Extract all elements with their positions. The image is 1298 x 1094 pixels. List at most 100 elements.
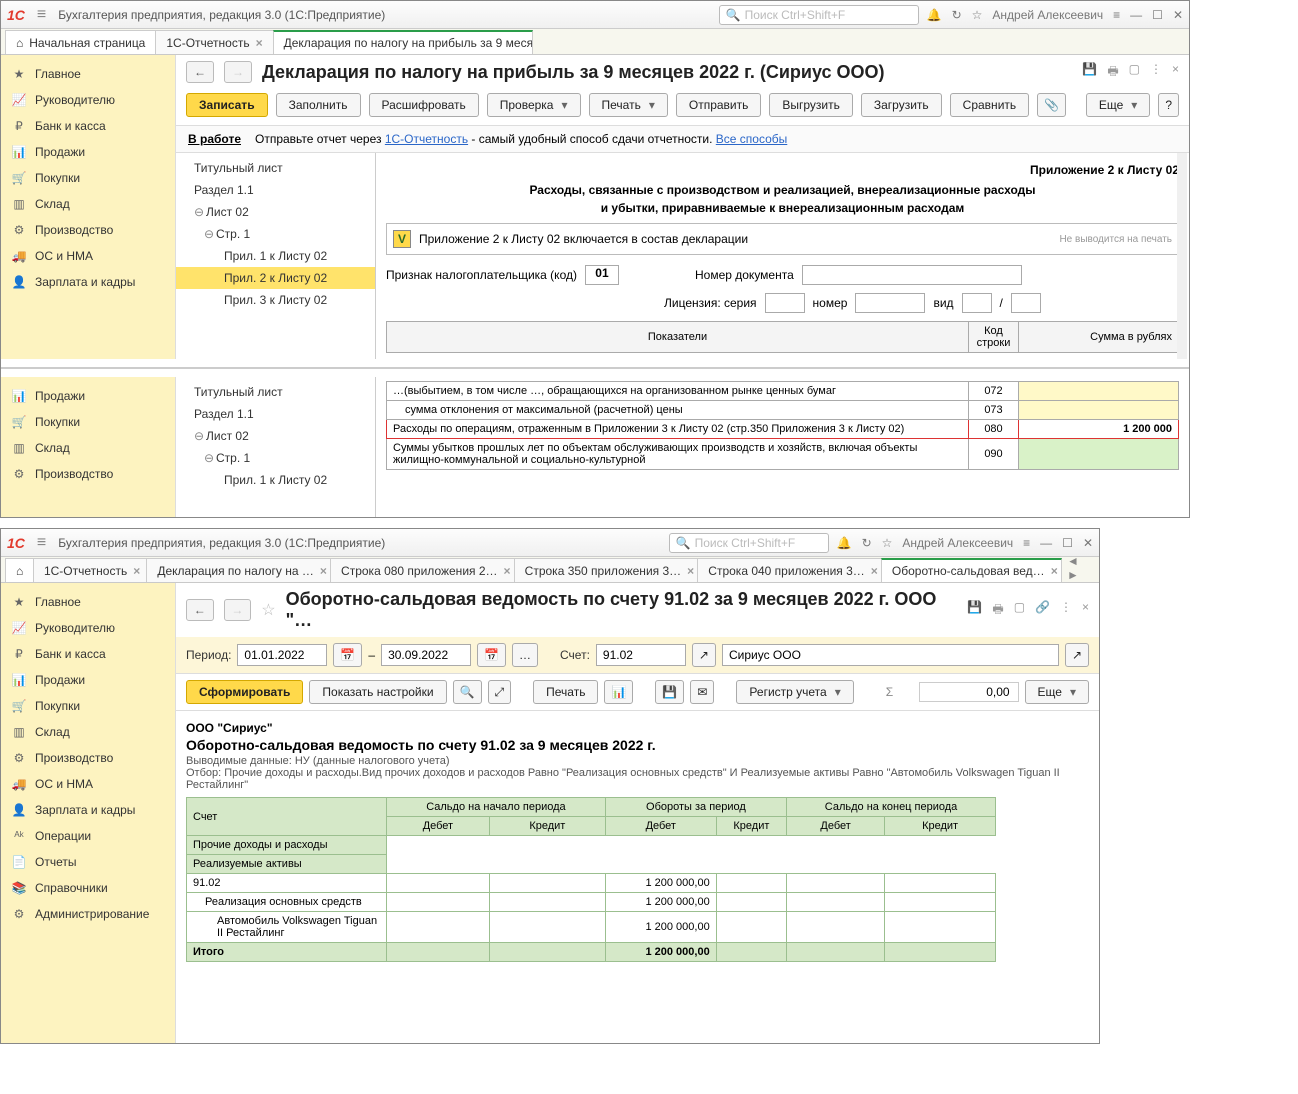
nav-back-button[interactable]: ←	[186, 599, 214, 621]
more-button[interactable]: Еще	[1025, 680, 1089, 704]
sidebar-item[interactable]: ★Главное	[1, 589, 175, 615]
table-row[interactable]: Реализация основных средств1 200 000,00	[187, 893, 996, 912]
tax-code-input[interactable]: 01	[585, 265, 619, 285]
more-button[interactable]: Еще	[1086, 93, 1150, 117]
bell-icon[interactable]: 🔔	[927, 8, 942, 22]
page-icon[interactable]: ▢	[1129, 62, 1140, 83]
table-row[interactable]: Автомобиль Volkswagen Tiguan II Рестайли…	[187, 912, 996, 943]
sidebar-item[interactable]: 📈Руководителю	[1, 615, 175, 641]
user-name[interactable]: Андрей Алексеевич	[992, 8, 1103, 22]
calendar-icon[interactable]: 📅	[333, 643, 362, 667]
print-icon[interactable]: 🖶	[1107, 62, 1118, 83]
row-sum[interactable]	[1019, 382, 1179, 401]
close-icon[interactable]: ✕	[1173, 8, 1183, 22]
print-icon[interactable]: 🖶	[992, 600, 1003, 621]
tab-home[interactable]: ⌂	[5, 558, 34, 582]
decode-button[interactable]: Расшифровать	[369, 93, 479, 117]
tree-item[interactable]: Прил. 1 к Листу 02	[176, 469, 375, 491]
link-all-methods[interactable]: Все способы	[716, 132, 788, 146]
minimize-icon[interactable]: —	[1040, 536, 1052, 550]
sidebar-item[interactable]: ★Главное	[1, 61, 175, 87]
tab-close-icon[interactable]: ×	[133, 564, 140, 578]
license-num-input[interactable]	[855, 293, 925, 313]
sidebar-item[interactable]: ▥Склад	[1, 719, 175, 745]
tree-item[interactable]: Прил. 1 к Листу 02	[176, 245, 375, 267]
fav-icon[interactable]: ☆	[261, 600, 275, 620]
minimize-icon[interactable]: —	[1130, 8, 1142, 22]
sidebar-item[interactable]: ⚙Администрирование	[1, 901, 175, 927]
scrollbar[interactable]	[1177, 153, 1187, 359]
tree-item[interactable]: ⊖Лист 02	[176, 201, 375, 223]
close-panel-icon[interactable]: ×	[1172, 62, 1179, 83]
star-icon[interactable]: ☆	[882, 536, 893, 550]
email-icon[interactable]: ✉	[690, 680, 714, 704]
row-sum[interactable]	[1019, 439, 1179, 470]
tree-item[interactable]: Раздел 1.1	[176, 179, 375, 201]
tab-close-icon[interactable]: ×	[687, 564, 694, 578]
nav-fwd-button[interactable]: →	[224, 599, 252, 621]
sidebar-item[interactable]: 📄Отчеты	[1, 849, 175, 875]
zoom-in-icon[interactable]: 🔍	[453, 680, 482, 704]
tree-item[interactable]: Прил. 2 к Листу 02	[176, 267, 375, 289]
search-input[interactable]: 🔍 Поиск Ctrl+Shift+F	[669, 533, 829, 553]
export-icon[interactable]: 📊	[604, 680, 633, 704]
docnum-input[interactable]	[802, 265, 1022, 285]
tree-item[interactable]: Прил. 3 к Листу 02	[176, 289, 375, 311]
sidebar-item[interactable]: ₽Банк и касса	[1, 641, 175, 667]
download-button[interactable]: Загрузить	[861, 93, 942, 117]
tab-scroll-left[interactable]: ◄	[1067, 554, 1079, 568]
license-series-input[interactable]	[765, 293, 805, 313]
tab[interactable]: 1С-Отчетность×	[33, 558, 147, 582]
tab-declaration[interactable]: Декларация по налогу на прибыль за 9 мес…	[273, 30, 533, 54]
tab-close-icon[interactable]: ×	[504, 564, 511, 578]
sidebar-item[interactable]: 📚Справочники	[1, 875, 175, 901]
tab-close-icon[interactable]: ×	[871, 564, 878, 578]
history-icon[interactable]: ↻	[862, 536, 872, 550]
sidebar-item[interactable]: 🛒Покупки	[1, 693, 175, 719]
print-button[interactable]: Печать	[533, 680, 598, 704]
tree-item[interactable]: ⊖Лист 02	[176, 425, 375, 447]
date-to-input[interactable]	[381, 644, 471, 666]
sidebar-item[interactable]: ▥Склад	[1, 191, 175, 217]
compare-button[interactable]: Сравнить	[950, 93, 1029, 117]
sidebar-item[interactable]: 👤Зарплата и кадры	[1, 269, 175, 295]
sidebar-item[interactable]: 📊Продажи	[1, 667, 175, 693]
account-input[interactable]	[596, 644, 686, 666]
tab[interactable]: Строка 080 приложения 2…×	[330, 558, 515, 582]
account-open-button[interactable]: ↗	[692, 643, 716, 667]
send-button[interactable]: Отправить	[676, 93, 762, 117]
tree-item[interactable]: ⊖Стр. 1	[176, 447, 375, 469]
calendar-icon[interactable]: 📅	[477, 643, 506, 667]
attach-button[interactable]: 📎	[1037, 93, 1066, 117]
expand-icon[interactable]: ⊖	[204, 227, 216, 241]
help-button[interactable]: ?	[1158, 93, 1179, 117]
license-type2-input[interactable]	[1011, 293, 1041, 313]
tree-item[interactable]: Титульный лист	[176, 381, 375, 403]
fill-button[interactable]: Заполнить	[276, 93, 361, 117]
nav-fwd-button[interactable]: →	[224, 61, 252, 83]
maximize-icon[interactable]: ☐	[1062, 536, 1073, 550]
sidebar-item[interactable]: 🚚ОС и НМА	[1, 771, 175, 797]
sidebar-item[interactable]: 🚚ОС и НМА	[1, 243, 175, 269]
bell-icon[interactable]: 🔔	[837, 536, 852, 550]
link-icon[interactable]: 🔗	[1035, 600, 1050, 621]
tab[interactable]: Оборотно-сальдовая вед…×	[881, 558, 1062, 582]
sidebar-item[interactable]: ⚙Производство	[1, 217, 175, 243]
zoom-fit-icon[interactable]: ⤢	[488, 680, 512, 704]
status-label[interactable]: В работе	[188, 132, 241, 146]
row-080-sum[interactable]: 1 200 000	[1019, 420, 1179, 439]
search-input[interactable]: 🔍 Поиск Ctrl+Shift+F	[719, 5, 919, 25]
org-input[interactable]	[722, 644, 1059, 666]
settings-icon[interactable]: ≡	[1113, 8, 1120, 22]
close-icon[interactable]: ✕	[1083, 536, 1093, 550]
kebab-icon[interactable]: ⋮	[1060, 600, 1072, 621]
row-sum[interactable]	[1019, 401, 1179, 420]
license-type1-input[interactable]	[962, 293, 992, 313]
include-checkbox[interactable]: V	[393, 230, 411, 248]
save-report-icon[interactable]: 💾	[655, 680, 684, 704]
tab-scroll-right[interactable]: ►	[1067, 568, 1079, 582]
register-button[interactable]: Регистр учета	[736, 680, 853, 704]
tree-item[interactable]: Раздел 1.1	[176, 403, 375, 425]
check-button[interactable]: Проверка	[487, 93, 581, 117]
tab[interactable]: Строка 350 приложения 3…×	[514, 558, 699, 582]
